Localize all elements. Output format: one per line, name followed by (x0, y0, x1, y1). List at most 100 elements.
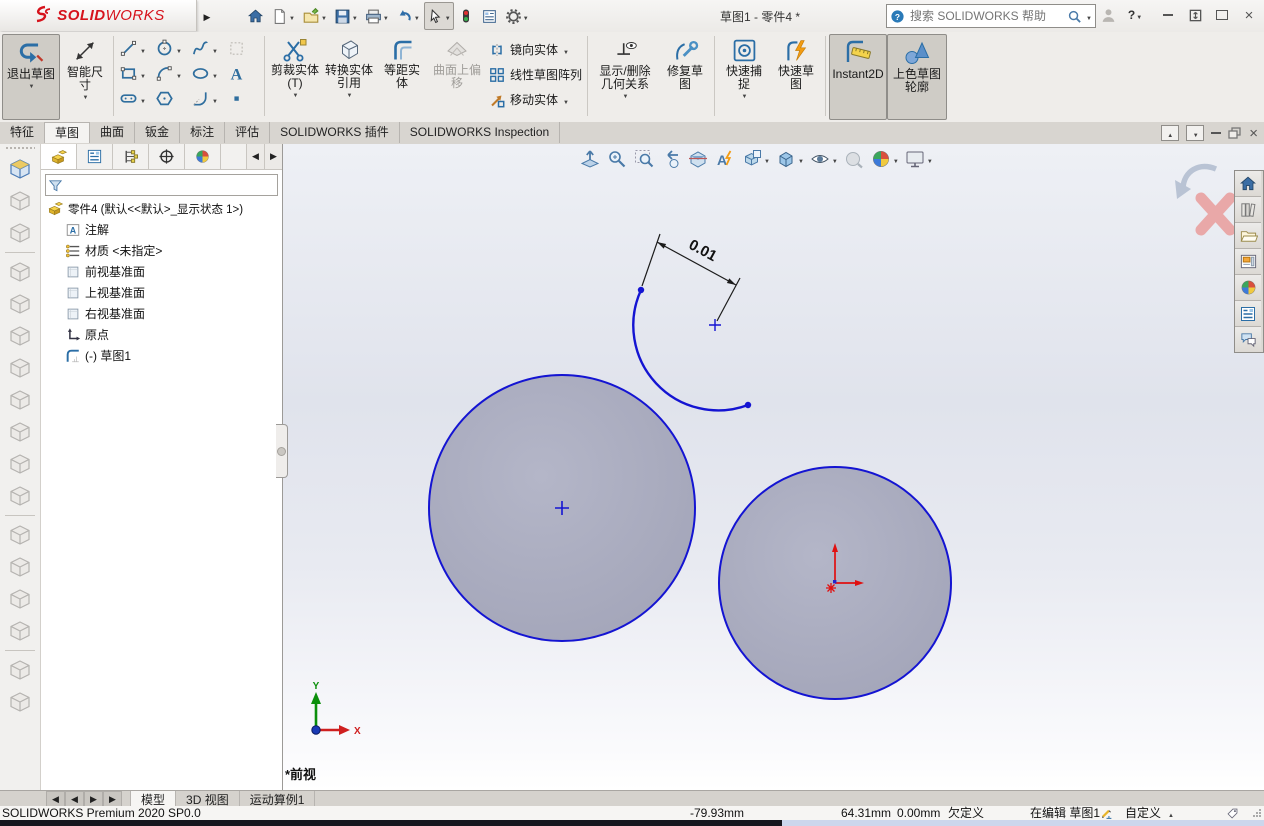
undo-button[interactable] (393, 2, 423, 30)
tree-item-front-plane[interactable]: 前视基准面 (41, 261, 282, 282)
chevron-down-icon[interactable] (563, 93, 569, 107)
exit-sketch-corner-icon[interactable] (1180, 163, 1218, 189)
close-button[interactable]: × (1236, 4, 1262, 26)
tab-feature-manager[interactable] (41, 144, 77, 169)
chevron-down-icon[interactable] (927, 152, 933, 166)
chevron-down-icon[interactable] (445, 9, 451, 23)
chevron-down-icon[interactable] (742, 88, 748, 104)
pin-ribbon-button[interactable] (1186, 125, 1205, 141)
traffic-light-icon[interactable] (455, 2, 477, 30)
doc-minimize-button[interactable] (1211, 132, 1222, 134)
tree-item-right-plane[interactable]: 右视基准面 (41, 303, 282, 324)
tab-scroll-right[interactable] (264, 144, 282, 169)
chevron-down-icon[interactable] (176, 67, 182, 81)
collapse-ribbon-button[interactable] (1161, 125, 1180, 141)
tree-item-material[interactable]: 材质 <未指定> (41, 240, 282, 261)
feature-tree-filter-input[interactable] (65, 177, 275, 193)
tab-configuration-manager[interactable] (113, 144, 149, 169)
arc-endpoint[interactable] (744, 401, 752, 409)
save-button[interactable] (331, 2, 361, 30)
apply-scene-button[interactable] (869, 147, 900, 171)
options-gear-button[interactable] (502, 2, 532, 30)
task-pane-home-button[interactable] (1235, 171, 1261, 197)
tab-nav-prev[interactable] (65, 791, 84, 807)
menu-flyout-arrow[interactable] (200, 4, 214, 28)
chevron-down-icon[interactable] (212, 67, 218, 81)
confirmation-corner[interactable] (1175, 163, 1236, 236)
design-library-button[interactable] (1235, 197, 1261, 223)
doc-restore-button[interactable] (1228, 127, 1242, 139)
repair-sketch-button[interactable]: 修复草图 (659, 34, 711, 92)
smart-dimension-button[interactable]: 智能尺寸 (60, 34, 110, 103)
view-orientation-button[interactable] (740, 147, 771, 171)
quick-sketch-button[interactable]: 快速草图 (770, 34, 822, 92)
quick-snaps-button[interactable]: 快速捕捉 (718, 34, 770, 102)
polygon-tool[interactable] (153, 89, 189, 108)
offset-entities-button[interactable]: 等距实体 (376, 34, 428, 91)
help-button[interactable]: ? (1122, 4, 1148, 26)
tab-sheet-metal[interactable]: 钣金 (135, 122, 181, 143)
tab-solidworks-inspection[interactable]: SOLIDWORKS Inspection (400, 122, 561, 143)
file-explorer-button[interactable] (1235, 223, 1261, 249)
trim-entities-button[interactable]: 剪裁实体(T) (268, 34, 322, 101)
tab-dimxpert-manager[interactable] (149, 144, 185, 169)
new-document-button[interactable] (268, 2, 298, 30)
solidworks-logo[interactable]: SOLIDWORKS (0, 0, 197, 31)
chevron-down-icon[interactable] (414, 9, 420, 23)
panel-splitter-handle[interactable] (276, 424, 288, 478)
circle-tool[interactable] (153, 39, 189, 58)
arc-endpoint[interactable] (637, 286, 645, 294)
chevron-down-icon[interactable] (893, 152, 899, 166)
cancel-sketch-corner-icon[interactable] (1195, 192, 1236, 236)
tree-item-origin[interactable]: 原点 (41, 324, 282, 345)
edit-appearance-button[interactable] (842, 147, 866, 171)
rectangle-tool[interactable] (117, 64, 153, 83)
instant2d-button[interactable]: Instant2D (829, 34, 888, 120)
tab-surfaces[interactable]: 曲面 (90, 122, 136, 143)
spline-tool[interactable] (189, 39, 225, 58)
display-delete-relations-button[interactable]: 显示/删除几何关系 (591, 34, 659, 102)
chevron-down-icon[interactable] (764, 152, 770, 166)
tab-sketch[interactable]: 草图 (45, 122, 91, 143)
left-toolbar-icon[interactable] (6, 155, 34, 183)
tab-nav-first[interactable] (46, 791, 65, 807)
custom-properties-button[interactable] (1235, 301, 1261, 327)
previous-view-button[interactable] (659, 147, 683, 171)
chevron-down-icon[interactable] (83, 89, 89, 105)
convert-entities-button[interactable]: 转换实体引用 (322, 34, 376, 101)
minimize-button[interactable] (1155, 4, 1181, 26)
chevron-down-icon[interactable] (1086, 9, 1092, 23)
open-document-button[interactable] (299, 2, 330, 30)
tab-display-manager[interactable] (185, 144, 221, 169)
tab-annotation[interactable]: 标注 (180, 122, 226, 143)
chevron-down-icon[interactable] (352, 9, 358, 23)
expand-window-button[interactable] (1182, 4, 1208, 26)
feature-tree-filter[interactable] (45, 174, 278, 196)
sketch-fillet-tool[interactable] (189, 89, 225, 108)
solidworks-forum-button[interactable] (1235, 327, 1261, 352)
tab-solidworks-addins[interactable]: SOLIDWORKS 插件 (270, 122, 400, 143)
text-tool[interactable] (225, 64, 261, 83)
tab-nav-last[interactable] (103, 791, 122, 807)
maximize-button[interactable] (1209, 4, 1235, 26)
linear-sketch-pattern-button[interactable]: 线性草图阵列 (486, 62, 584, 87)
tab-evaluate[interactable]: 评估 (225, 122, 271, 143)
tab-nav-next[interactable] (84, 791, 103, 807)
arc-tool[interactable] (153, 64, 189, 83)
tree-item-annotations[interactable]: 注解 (41, 219, 282, 240)
line-tool[interactable] (117, 39, 153, 58)
zoom-to-area-button[interactable] (605, 147, 629, 171)
zoom-to-selection-button[interactable] (632, 147, 656, 171)
tree-item-top-plane[interactable]: 上视基准面 (41, 282, 282, 303)
tab-scroll-left[interactable] (246, 144, 264, 169)
chevron-down-icon[interactable] (623, 88, 629, 104)
exit-sketch-button[interactable]: 退出草图 (2, 34, 60, 120)
chevron-down-icon[interactable] (293, 87, 299, 103)
search-box[interactable] (886, 4, 1096, 28)
graphics-viewport[interactable]: 0.01 Y X ▼ ▼ ▼ ▼ ▼ *前视 (283, 144, 1264, 790)
chevron-down-icon[interactable] (798, 152, 804, 166)
slot-tool[interactable] (117, 89, 153, 108)
zoom-to-fit-button[interactable] (578, 147, 602, 171)
tab-model[interactable]: 模型 (130, 791, 177, 807)
arc-center-marker[interactable] (709, 319, 721, 331)
